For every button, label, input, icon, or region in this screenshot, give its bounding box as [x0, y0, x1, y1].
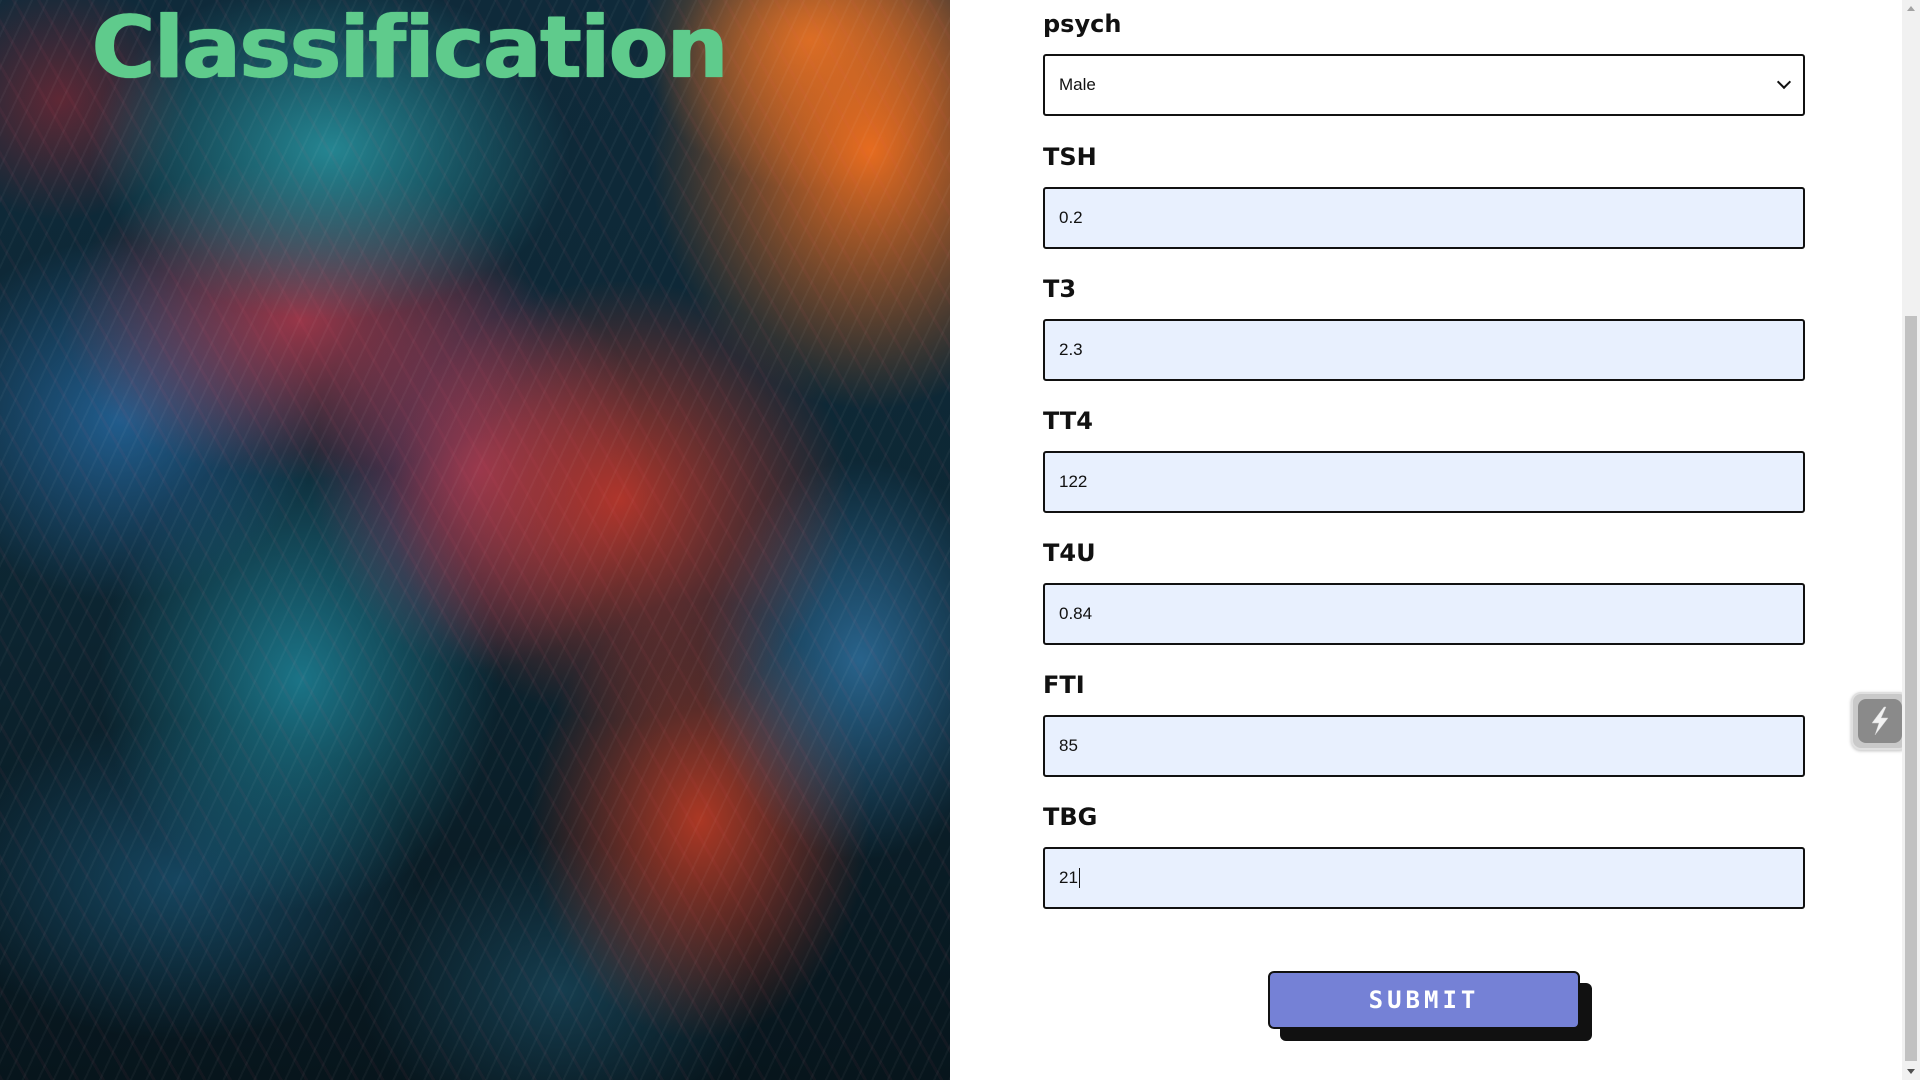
t4u-input-value: 0.84: [1059, 604, 1093, 623]
field-t4u: T4U 0.84: [1043, 539, 1805, 645]
t4u-input[interactable]: 0.84: [1043, 583, 1805, 645]
scroll-up-arrow[interactable]: [1902, 0, 1920, 17]
scrollbar-thumb[interactable]: [1905, 316, 1917, 1061]
psych-select-value: Male: [1059, 75, 1096, 94]
field-label-tbg: TBG: [1043, 803, 1098, 831]
t3-input[interactable]: 2.3: [1043, 319, 1805, 381]
submit-button[interactable]: SUBMIT: [1268, 971, 1580, 1029]
tt4-input[interactable]: 122: [1043, 451, 1805, 513]
field-tsh: TSH 0.2: [1043, 143, 1805, 249]
arrow-up-icon: [1907, 6, 1915, 11]
field-label-t3: T3: [1043, 275, 1077, 303]
tsh-input[interactable]: 0.2: [1043, 187, 1805, 249]
tsh-input-value: 0.2: [1059, 208, 1083, 227]
vertical-scrollbar[interactable]: [1902, 0, 1920, 1080]
field-label-fti: FTI: [1043, 671, 1085, 699]
lightning-bolt-icon: [1858, 699, 1902, 743]
scroll-down-arrow[interactable]: [1902, 1063, 1920, 1080]
arrow-down-icon: [1907, 1069, 1915, 1074]
field-label-tsh: TSH: [1043, 143, 1097, 171]
tbg-input-value: 21: [1059, 868, 1078, 887]
fti-input-value: 85: [1059, 736, 1078, 755]
psych-select[interactable]: Male: [1043, 54, 1805, 116]
field-label-tt4: TT4: [1043, 407, 1093, 435]
field-tt4: TT4 122: [1043, 407, 1805, 513]
field-psych: psych Male: [1043, 10, 1805, 116]
t3-input-value: 2.3: [1059, 340, 1083, 359]
submit-button-wrapper: SUBMIT: [1268, 971, 1592, 1043]
field-tbg: TBG 21: [1043, 803, 1805, 909]
field-fti: FTI 85: [1043, 671, 1805, 777]
chevron-down-icon: [1776, 74, 1792, 90]
lightning-bolt-icon-graphic: [1871, 706, 1889, 736]
field-label-psych: psych: [1043, 10, 1122, 38]
fti-input[interactable]: 85: [1043, 715, 1805, 777]
field-label-t4u: T4U: [1043, 539, 1096, 567]
tbg-input[interactable]: 21: [1043, 847, 1805, 909]
hero-image-panel: Classification: [0, 0, 950, 1080]
floating-extension-button[interactable]: [1851, 692, 1909, 750]
text-cursor: [1078, 868, 1080, 888]
page-title: Classification: [92, 0, 728, 98]
tt4-input-value: 122: [1059, 472, 1088, 491]
page: Classification psych Male TSH 0.2 T3 2.3: [0, 0, 1920, 1080]
field-t3: T3 2.3: [1043, 275, 1805, 381]
